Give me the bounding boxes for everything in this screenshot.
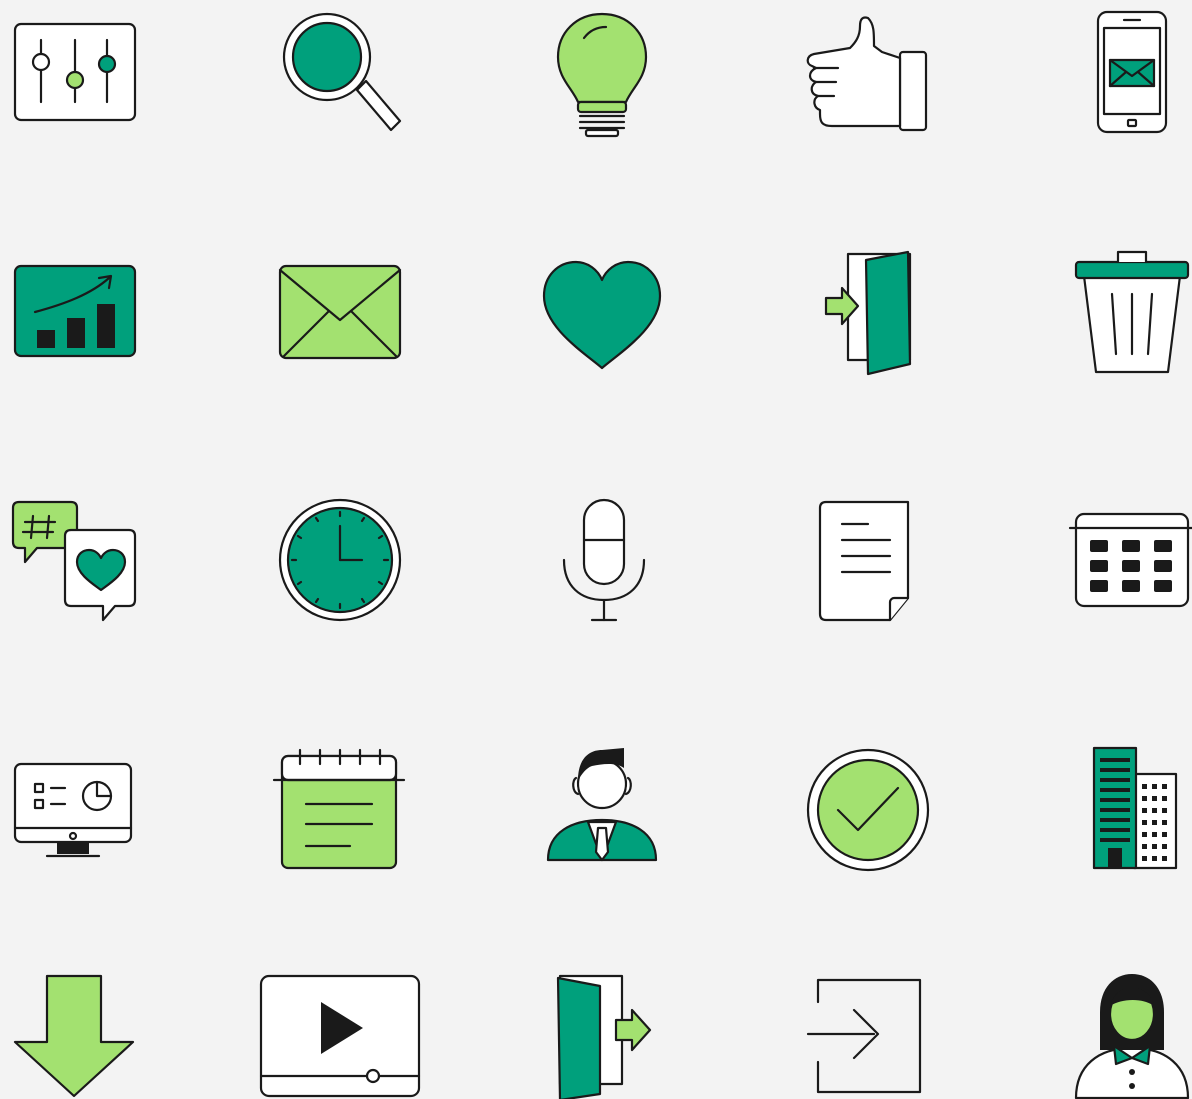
social-chat-icon <box>5 490 145 630</box>
notepad-icon <box>270 742 410 882</box>
growth-chart-icon <box>5 242 145 382</box>
businessman-icon <box>532 742 672 882</box>
sign-in-icon <box>798 962 938 1099</box>
clock-icon <box>270 490 410 630</box>
lightbulb-icon <box>532 2 672 142</box>
magnifier-icon <box>270 2 410 142</box>
video-player-icon <box>255 962 425 1099</box>
buildings-icon <box>1062 742 1192 882</box>
monitor-dashboard-icon <box>5 742 145 882</box>
download-arrow-icon <box>5 962 145 1099</box>
microphone-icon <box>532 490 672 630</box>
door-enter-icon <box>798 242 938 382</box>
door-exit-icon <box>532 962 672 1099</box>
thumbs-up-icon <box>798 2 938 142</box>
calendar-grid-icon <box>1062 490 1192 630</box>
document-icon <box>798 490 938 630</box>
phone-mail-icon <box>1062 2 1192 142</box>
businesswoman-icon <box>1062 962 1192 1099</box>
checkmark-circle-icon <box>798 742 938 882</box>
trash-can-icon <box>1062 242 1192 382</box>
sliders-icon <box>5 2 145 142</box>
envelope-icon <box>270 242 410 382</box>
heart-icon <box>532 242 672 382</box>
icon-sheet <box>0 0 1192 1099</box>
